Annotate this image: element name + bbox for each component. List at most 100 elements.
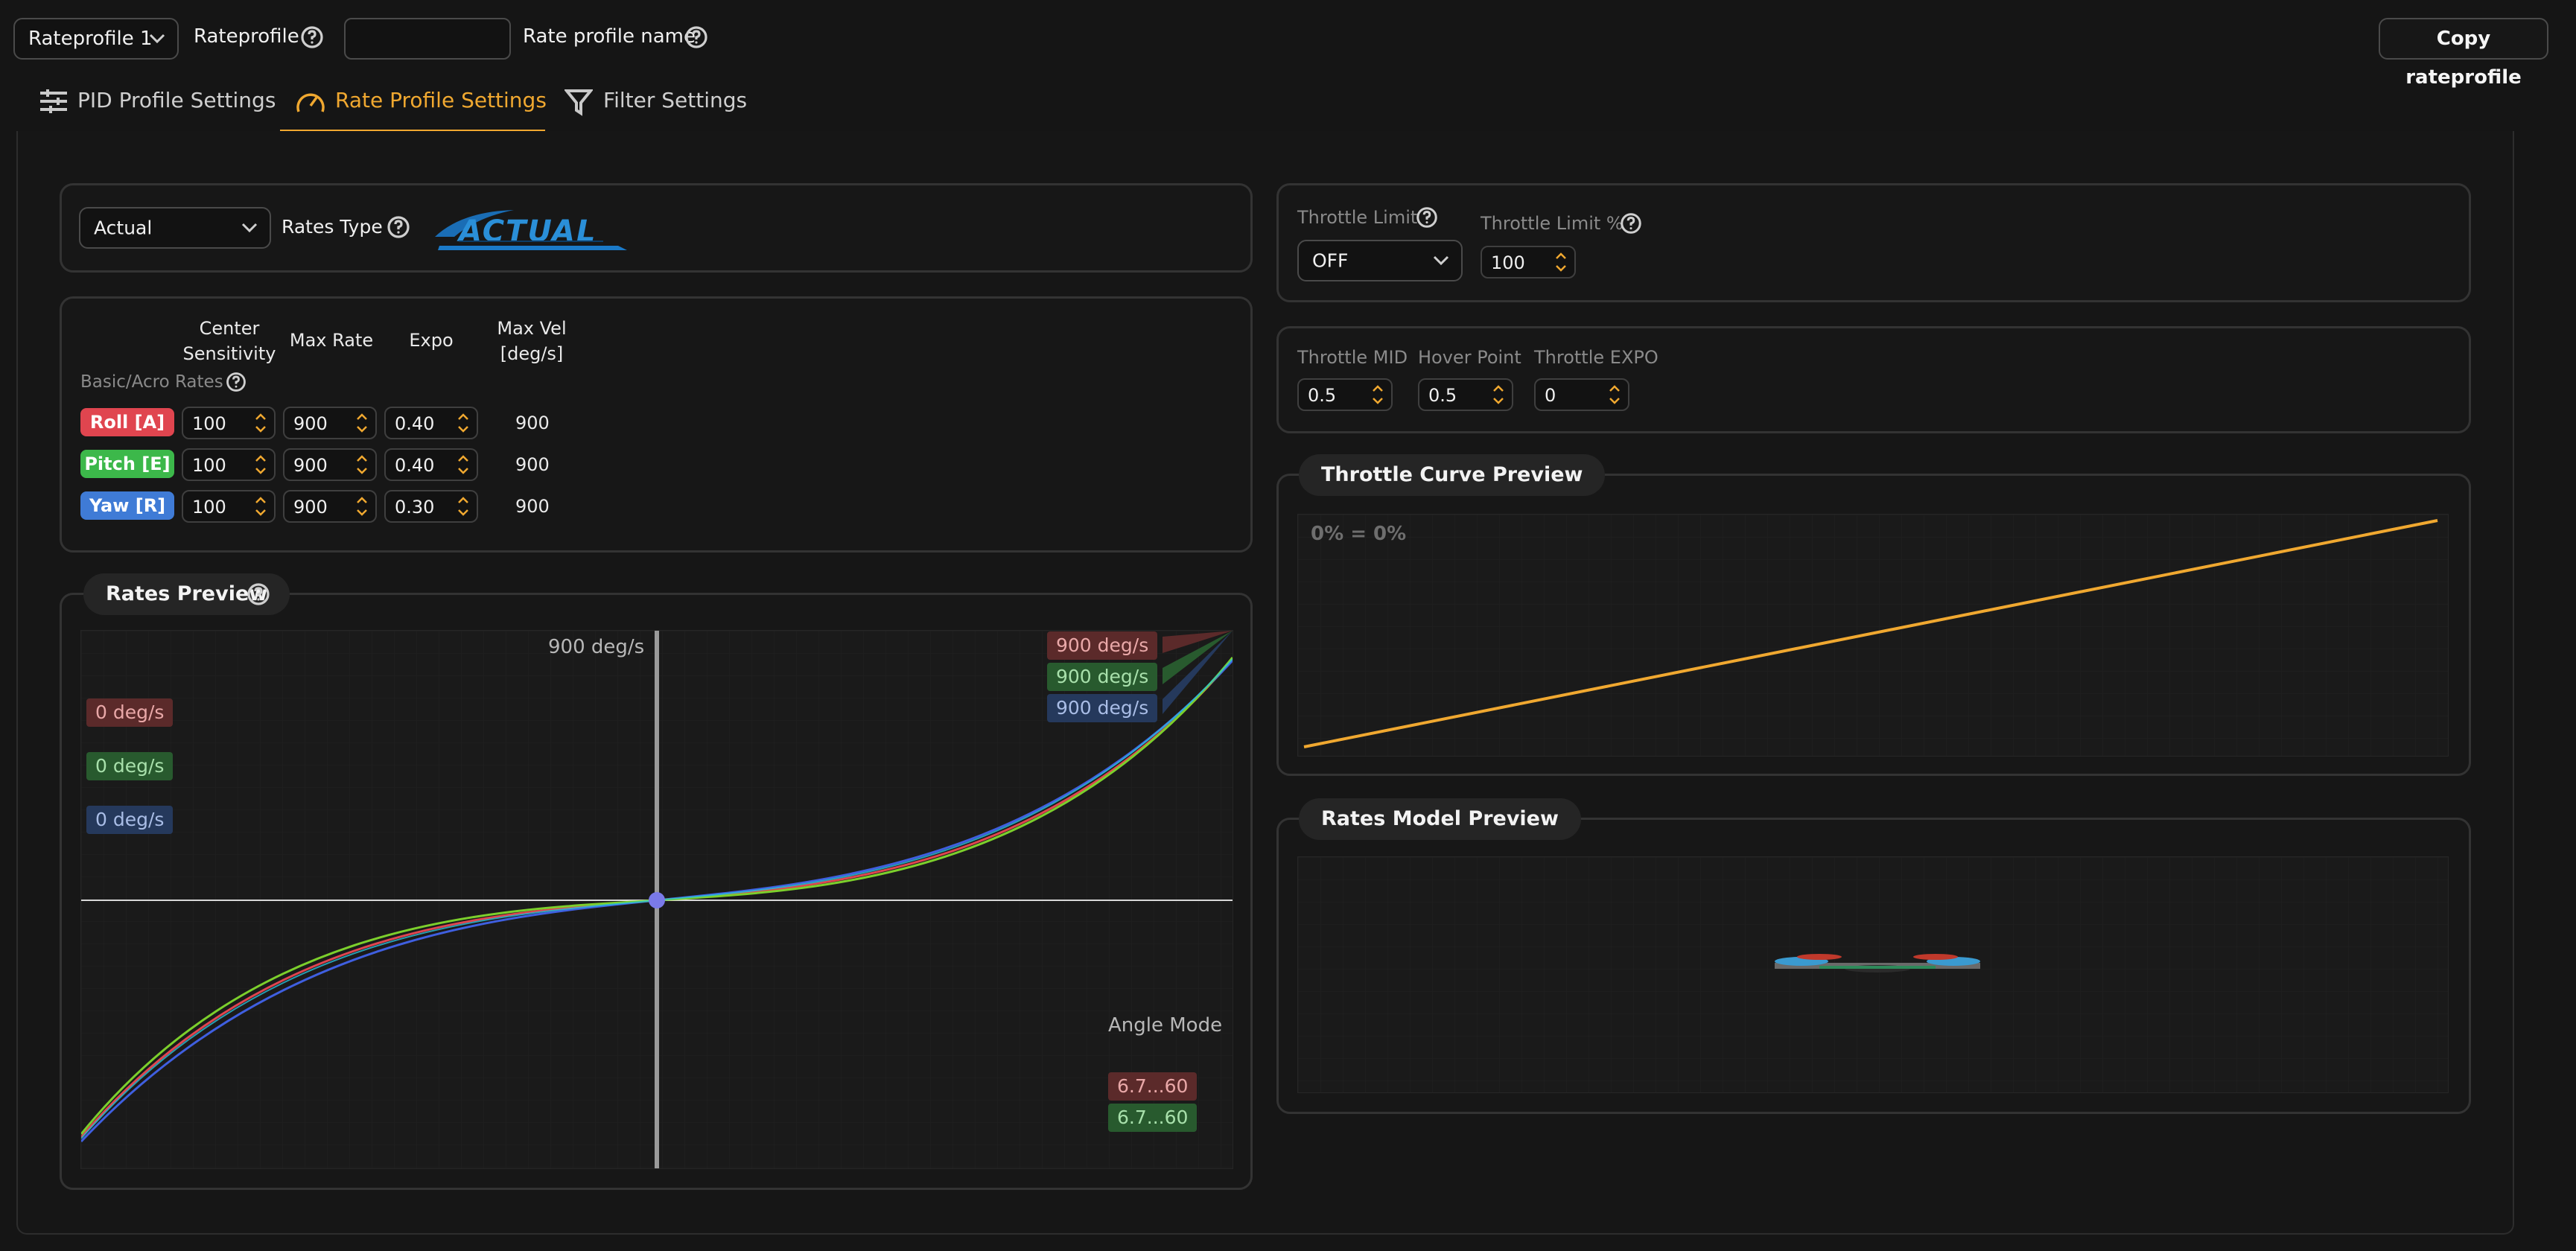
- stepper-arrows-icon[interactable]: [354, 411, 369, 435]
- yaw-max-rate-value: 900: [293, 497, 328, 518]
- column-header-max-rate: Max Rate: [289, 330, 374, 351]
- copy-rateprofile-label: Copy rateprofile: [2405, 28, 2522, 89]
- rates-preview-title-text: Rates Preview: [106, 582, 268, 605]
- stepper-arrows-icon[interactable]: [1607, 383, 1622, 407]
- rates-model-title: Rates Model Preview: [1299, 798, 1581, 840]
- help-icon[interactable]: [1415, 206, 1439, 229]
- throttle-curve-graph: [1298, 515, 2448, 756]
- roll-max-vel: 900: [515, 413, 550, 433]
- roll-angle-mode-tag: 6.7...60: [1108, 1072, 1198, 1101]
- help-icon[interactable]: [684, 25, 709, 50]
- stepper-arrows-icon[interactable]: [1553, 250, 1568, 274]
- yaw-max-vel: 900: [515, 496, 550, 517]
- stick-position-marker: [649, 892, 665, 908]
- help-icon[interactable]: [225, 371, 247, 393]
- throttle-expo-label: Throttle EXPO: [1534, 347, 1659, 368]
- rates-model-viewport[interactable]: [1297, 856, 2449, 1093]
- throttle-expo-value: 0: [1545, 385, 1556, 406]
- help-icon[interactable]: [246, 582, 271, 607]
- help-icon[interactable]: [386, 214, 411, 240]
- axis-button-yaw[interactable]: Yaw [R]: [80, 491, 174, 520]
- stepper-arrows-icon[interactable]: [456, 453, 471, 477]
- rates-type-select-value: Actual: [94, 217, 153, 239]
- stepper-arrows-icon[interactable]: [456, 411, 471, 435]
- yaw-expo-input[interactable]: 0.30: [384, 490, 478, 523]
- tab-pid-profile[interactable]: PID Profile Settings: [36, 74, 276, 131]
- column-header-max-vel: Max Vel [deg/s]: [481, 316, 582, 366]
- throttle-limit-percent-value: 100: [1491, 252, 1525, 273]
- throttle-mid-label: Throttle MID: [1297, 347, 1408, 368]
- tab-filter-settings[interactable]: Filter Settings: [560, 74, 754, 131]
- roll-center-sensitivity-input[interactable]: 100: [182, 407, 276, 439]
- stepper-arrows-icon[interactable]: [1370, 383, 1385, 407]
- tab-pid-profile-label: PID Profile Settings: [77, 88, 276, 112]
- copy-rateprofile-button[interactable]: Copy rateprofile: [2379, 18, 2548, 89]
- yaw-center-sensitivity-value: 100: [192, 497, 226, 518]
- pitch-max-rate-input[interactable]: 900: [283, 448, 377, 481]
- basic-acro-rates-label: Basic/Acro Rates: [80, 372, 223, 392]
- max-vel-line-1: Max Vel: [497, 318, 567, 339]
- svg-text:ACTUAL: ACTUAL: [457, 214, 597, 249]
- rates-model-title-text: Rates Model Preview: [1321, 807, 1559, 830]
- throttle-limit-percent-input[interactable]: 100: [1481, 246, 1576, 278]
- pitch-max-rate-tag: 900 deg/s: [1047, 663, 1158, 691]
- throttle-limit-select[interactable]: OFF: [1297, 240, 1463, 281]
- max-rate-top-label: 900 deg/s: [548, 636, 645, 658]
- angle-mode-label: Angle Mode: [1108, 1014, 1223, 1037]
- pitch-max-rate-value: 900: [293, 455, 328, 476]
- throttle-expo-input[interactable]: 0: [1534, 378, 1629, 411]
- stepper-arrows-icon[interactable]: [456, 494, 471, 518]
- axis-button-roll[interactable]: Roll [A]: [80, 408, 174, 436]
- yaw-center-sensitivity-input[interactable]: 100: [182, 490, 276, 523]
- rate-profile-name-input[interactable]: [344, 18, 511, 60]
- gauge-icon: [296, 93, 325, 112]
- stepper-arrows-icon[interactable]: [253, 453, 268, 477]
- stepper-arrows-icon[interactable]: [1491, 383, 1506, 407]
- quad-model-icon: [1298, 857, 2448, 1092]
- rateprofile-select[interactable]: Rateprofile 1: [13, 18, 179, 60]
- column-header-center-sensitivity: Center Sensitivity: [174, 316, 284, 366]
- stepper-arrows-icon[interactable]: [253, 411, 268, 435]
- center-sensitivity-line-1: Center: [199, 318, 260, 339]
- pitch-expo-input[interactable]: 0.40: [384, 448, 478, 481]
- column-header-expo: Expo: [409, 330, 454, 351]
- chevron-down-icon: [1433, 255, 1449, 266]
- yaw-current-rate-tag: 0 deg/s: [86, 806, 174, 834]
- stepper-arrows-icon[interactable]: [253, 494, 268, 518]
- pitch-current-rate-tag: 0 deg/s: [86, 752, 174, 780]
- yaw-expo-value: 0.30: [395, 497, 435, 518]
- rates-type-select[interactable]: Actual: [79, 207, 271, 249]
- roll-expo-input[interactable]: 0.40: [384, 407, 478, 439]
- rateprofile-select-value: Rateprofile 1: [28, 28, 153, 50]
- rates-type-label: Rates Type: [282, 216, 383, 238]
- axis-button-pitch[interactable]: Pitch [E]: [80, 450, 174, 478]
- roll-max-rate-tag: 900 deg/s: [1047, 631, 1158, 660]
- stepper-arrows-icon[interactable]: [354, 453, 369, 477]
- throttle-curve-title-text: Throttle Curve Preview: [1321, 463, 1583, 486]
- stepper-arrows-icon[interactable]: [354, 494, 369, 518]
- pitch-max-vel: 900: [515, 454, 550, 475]
- throttle-curve-readout: 0% = 0%: [1311, 523, 1407, 545]
- tab-rate-profile[interactable]: Rate Profile Settings: [280, 74, 547, 131]
- pitch-center-sensitivity-value: 100: [192, 455, 226, 476]
- tab-rate-profile-label: Rate Profile Settings: [335, 88, 547, 112]
- tab-filter-settings-label: Filter Settings: [603, 88, 748, 112]
- help-icon[interactable]: [1619, 211, 1643, 235]
- pitch-center-sensitivity-input[interactable]: 100: [182, 448, 276, 481]
- roll-max-rate-input[interactable]: 900: [283, 407, 377, 439]
- rateprofile-label: Rateprofile: [194, 25, 299, 48]
- yaw-max-rate-input[interactable]: 900: [283, 490, 377, 523]
- throttle-mid-input[interactable]: 0.5: [1297, 378, 1393, 411]
- throttle-limit-percent-label: Throttle Limit %: [1481, 213, 1623, 234]
- throttle-curve-title: Throttle Curve Preview: [1299, 454, 1606, 496]
- help-icon[interactable]: [299, 25, 325, 50]
- actual-logo: ACTUAL: [435, 210, 627, 250]
- throttle-limit-select-value: OFF: [1312, 249, 1349, 272]
- funnel-icon: [565, 89, 593, 116]
- throttle-curve-chart: [1297, 514, 2449, 757]
- roll-center-sensitivity-value: 100: [192, 413, 226, 434]
- hover-point-value: 0.5: [1428, 385, 1457, 406]
- hover-point-input[interactable]: 0.5: [1418, 378, 1513, 411]
- yaw-max-rate-tag: 900 deg/s: [1047, 694, 1158, 722]
- max-vel-line-2: [deg/s]: [500, 343, 564, 364]
